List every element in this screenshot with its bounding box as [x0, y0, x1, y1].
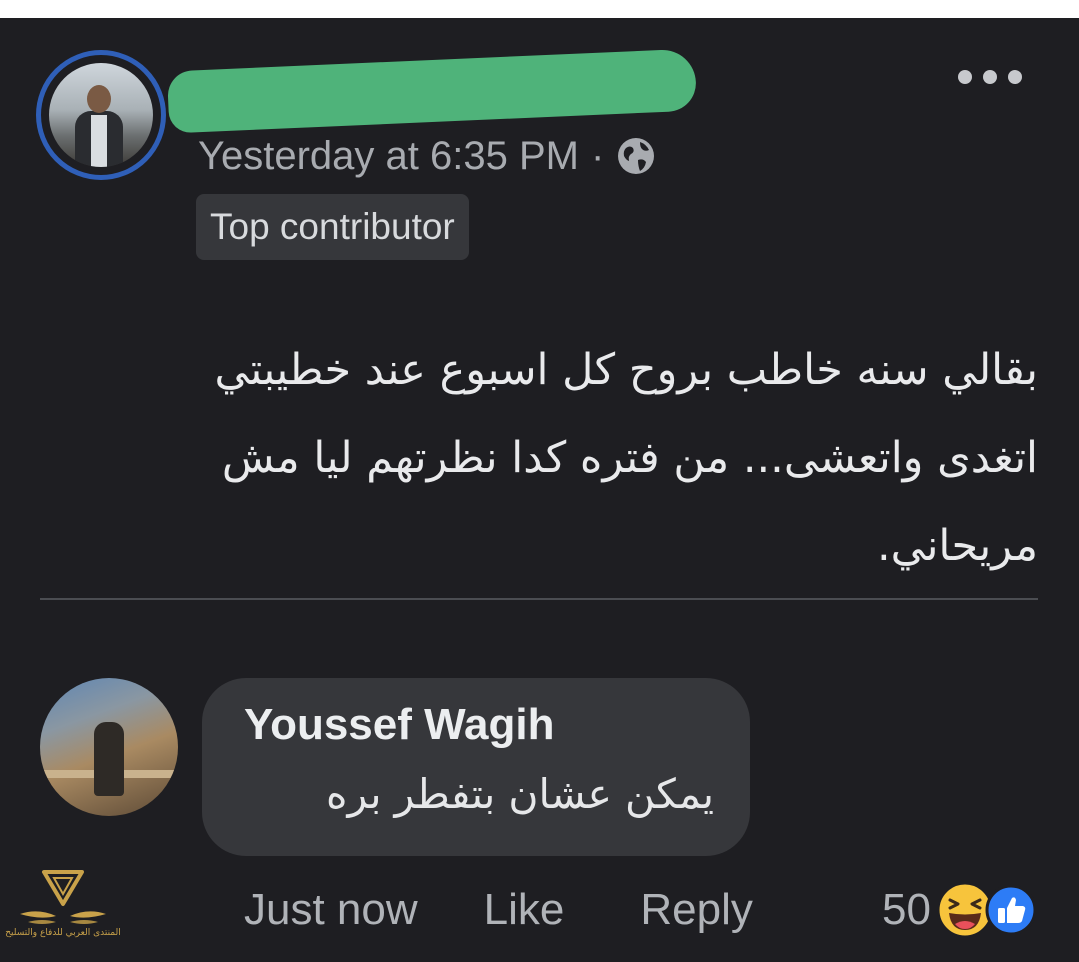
- post-body: بقالي سنه خاطب بروح كل اسبوع عند خطيبتي …: [60, 326, 1038, 590]
- post-author-avatar[interactable]: [36, 50, 166, 180]
- globe-icon: [618, 138, 655, 174]
- author-name-redaction: [166, 48, 698, 134]
- post-body-line: مريحاني.: [876, 521, 1038, 571]
- comment-author-name[interactable]: Youssef Wagih: [244, 700, 554, 750]
- comment-time[interactable]: Just now: [244, 885, 418, 935]
- more-options-button[interactable]: [958, 66, 1022, 88]
- comment-text: يمكن عشان بتفطر بره: [326, 770, 714, 818]
- post-meta: Yesterday at 6:35 PM ·: [198, 130, 656, 182]
- top-contributor-badge: Top contributor: [196, 194, 469, 260]
- more-horizontal-icon: [958, 70, 972, 84]
- post-body-line: اتغدى واتعشى... من فتره كدا نظرتهم ليا م…: [221, 433, 1038, 483]
- reaction-count: 50: [882, 885, 931, 934]
- comment-author-avatar[interactable]: [40, 678, 178, 816]
- reply-button[interactable]: Reply: [640, 885, 753, 935]
- watermark-logo: [20, 870, 106, 924]
- post-timestamp[interactable]: Yesterday at 6:35 PM: [198, 134, 579, 179]
- meta-separator: ·: [590, 133, 605, 178]
- post-card: Yesterday at 6:35 PM · Top contributor ب…: [0, 18, 1079, 962]
- avatar-photo: [49, 63, 153, 167]
- post-body-line: بقالي سنه خاطب بروح كل اسبوع عند خطيبتي: [214, 345, 1038, 395]
- comment-bubble: Youssef Wagih يمكن عشان بتفطر بره: [202, 678, 750, 856]
- like-reaction-icon: [985, 884, 1037, 936]
- divider: [40, 598, 1038, 600]
- like-button[interactable]: Like: [484, 885, 565, 935]
- comment-actions: Just now Like Reply: [244, 880, 753, 940]
- reaction-summary[interactable]: 50: [882, 880, 1037, 940]
- watermark-text: المنتدى العربي للدفاع والتسليح: [5, 928, 121, 938]
